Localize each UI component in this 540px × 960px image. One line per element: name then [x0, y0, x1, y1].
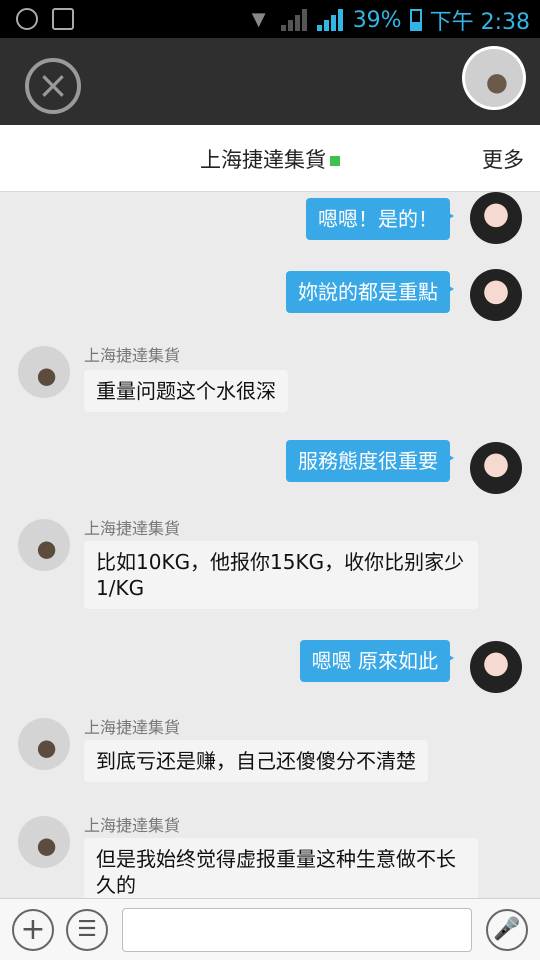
contact-avatar[interactable]	[18, 519, 70, 571]
input-bar: + ☰ 🎤	[0, 898, 540, 960]
sender-name: 上海捷達集貨	[84, 519, 181, 538]
chat-title: 上海捷達集貨	[0, 144, 540, 174]
message-bubble[interactable]: 但是我始终觉得虚报重量这种生意做不长久的	[84, 838, 478, 898]
chat-list[interactable]: 嗯嗯！是的！ 妳說的都是重點 上海捷達集貨 重量问题这个水很深 服務態度很重要 …	[0, 192, 540, 898]
microphone-icon[interactable]: 🎤	[486, 909, 528, 951]
message-bubble[interactable]: 重量问题这个水很深	[84, 370, 288, 412]
plus-icon[interactable]: +	[12, 909, 54, 951]
alarm-icon	[16, 8, 38, 30]
message-bubble[interactable]: 比如10KG，他报你15KG，收你比别家少1/KG	[84, 541, 478, 609]
message-bubble[interactable]: 妳說的都是重點	[286, 271, 454, 313]
sender-name: 上海捷達集貨	[84, 816, 181, 835]
online-status-icon	[330, 156, 340, 166]
emoji-icon[interactable]: ☰	[66, 909, 108, 951]
clock: 下午 2:38	[429, 10, 530, 35]
status-bar: ▼ 39% 下午 2:38	[0, 0, 540, 38]
message-bubble[interactable]: 嗯嗯！是的！	[306, 198, 454, 240]
title-bar: 上海捷達集貨 更多	[0, 125, 540, 192]
contact-avatar[interactable]	[18, 346, 70, 398]
notification-icons	[16, 8, 74, 30]
my-avatar[interactable]	[470, 269, 522, 321]
more-button[interactable]: 更多	[482, 144, 524, 174]
wifi-icon: ▼	[251, 9, 266, 30]
sender-name: 上海捷達集貨	[84, 346, 181, 365]
battery-percent: 39%	[352, 7, 402, 33]
battery-icon	[409, 9, 422, 31]
message-bubble[interactable]: 到底亏还是赚，自己还傻傻分不清楚	[84, 740, 428, 782]
my-avatar[interactable]	[470, 442, 522, 494]
my-avatar[interactable]	[470, 192, 522, 244]
my-avatar[interactable]	[470, 641, 522, 693]
message-bubble[interactable]: 嗯嗯 原來如此	[299, 640, 455, 682]
message-input[interactable]	[122, 908, 472, 952]
contact-avatar[interactable]	[462, 46, 526, 110]
contact-avatar[interactable]	[18, 816, 70, 868]
sender-name: 上海捷達集貨	[84, 718, 181, 737]
signal-icon	[316, 9, 345, 31]
image-icon	[52, 8, 74, 30]
status-right: ▼ 39% 下午 2:38	[245, 4, 530, 36]
top-bar: ×	[0, 38, 540, 125]
close-icon[interactable]: ×	[25, 58, 81, 114]
signal-icon	[280, 9, 309, 31]
message-bubble[interactable]: 服務態度很重要	[286, 440, 454, 482]
contact-avatar[interactable]	[18, 718, 70, 770]
